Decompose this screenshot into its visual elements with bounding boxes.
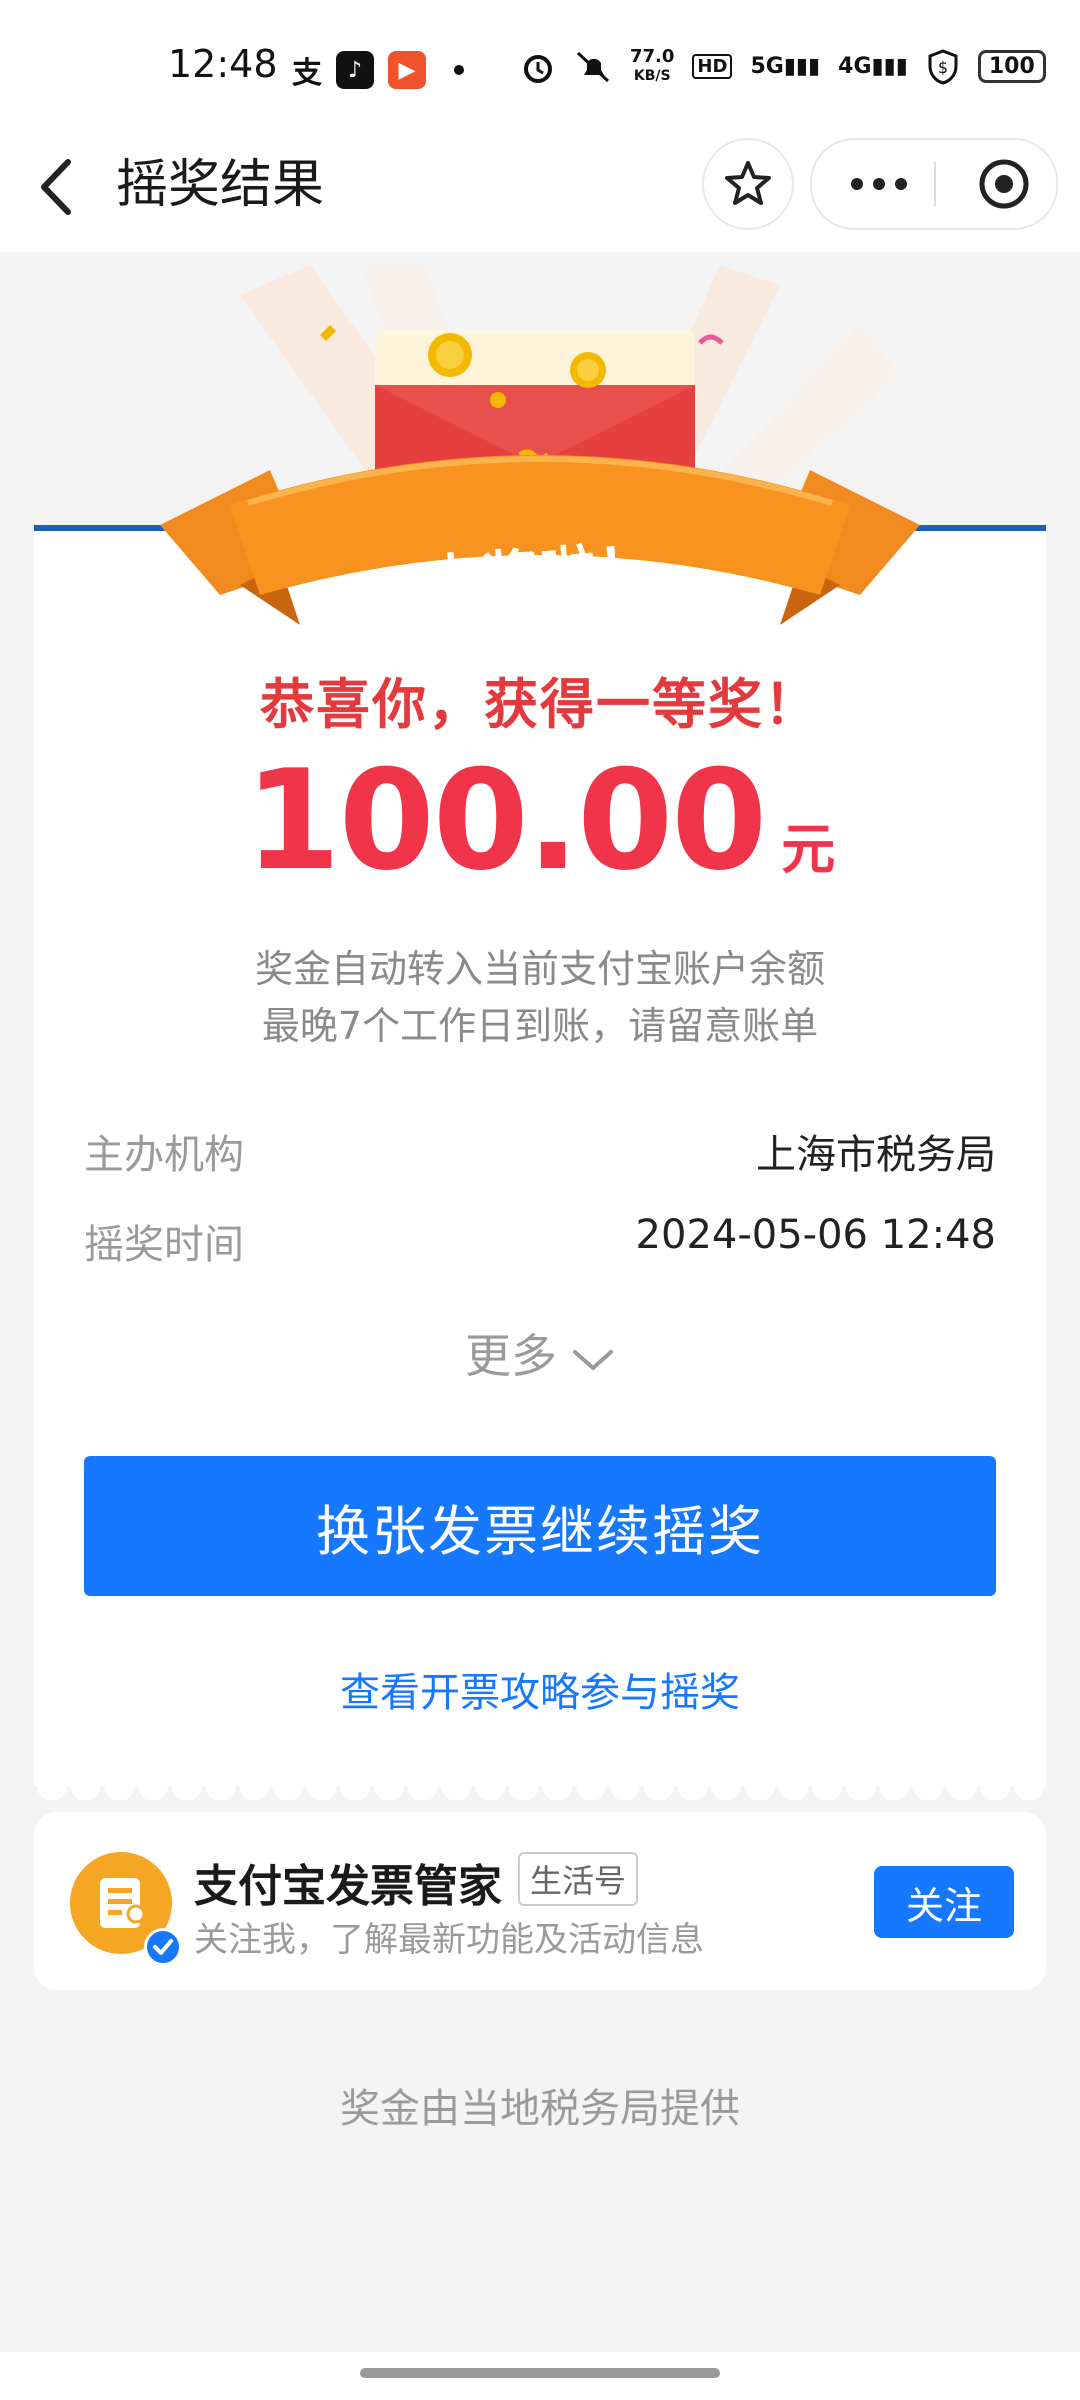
nav-bar: 摇奖结果: [0, 130, 1080, 252]
svg-text:$: $: [938, 58, 948, 77]
target-circle-icon: [979, 159, 1029, 209]
tiktok-icon: ♪: [336, 51, 374, 89]
organizer-label: 主办机构: [84, 1132, 244, 1178]
note-line-2: 最晚7个工作日到账，请留意账单: [261, 1004, 819, 1048]
more-toggle[interactable]: 更多: [0, 1320, 1080, 1386]
account-type-tag: 生活号: [518, 1852, 639, 1906]
capsule-divider: [934, 162, 936, 206]
chevron-down-icon: [573, 1349, 613, 1370]
amount-unit: 元: [781, 818, 836, 881]
top-bar: 12:48 支 ♪ ▶ 77.0 KB/S HD 5G▮▮▮ 4G▮▮▮ $ 10…: [0, 0, 1080, 252]
hd-icon: HD: [692, 54, 733, 79]
amount-value: 100.00: [244, 740, 768, 901]
card-scallop-edge: [34, 1772, 1046, 1800]
more-label: 更多: [465, 1329, 557, 1383]
notification-dot-icon: [454, 65, 464, 75]
signal-4g-icon: 4G▮▮▮: [838, 54, 908, 79]
shield-dollar-icon: $: [928, 48, 958, 85]
star-icon: [725, 161, 771, 205]
verified-badge-icon: [144, 1928, 182, 1966]
account-name: 支付宝发票管家: [194, 1861, 502, 1912]
more-button[interactable]: [812, 140, 946, 228]
signal-5g-icon: 5G▮▮▮: [750, 54, 821, 79]
home-indicator[interactable]: [360, 2368, 720, 2378]
congrats-text: 恭喜你，获得一等奖！: [260, 673, 820, 736]
mini-app-capsule: [810, 138, 1058, 230]
draw-again-button[interactable]: 换张发票继续摇奖: [84, 1456, 996, 1596]
net-speed: 77.0 KB/S: [630, 46, 675, 85]
battery-icon: 100: [977, 50, 1046, 83]
note-line-1: 奖金自动转入当前支付宝账户余额: [254, 947, 825, 991]
kuaishou-icon: ▶: [388, 51, 426, 89]
draw-time-value: 2024-05-06 12:48: [635, 1212, 996, 1258]
status-app-icons: 支 ♪ ▶: [292, 48, 464, 92]
status-bar: 12:48 支 ♪ ▶ 77.0 KB/S HD 5G▮▮▮ 4G▮▮▮ $ 10…: [0, 0, 1080, 130]
organizer-value: 上海市税务局: [756, 1132, 996, 1178]
follow-button[interactable]: 关注: [874, 1866, 1014, 1938]
close-mini-app-button[interactable]: [954, 140, 1054, 228]
mute-icon: [576, 51, 610, 82]
chevron-left-icon[interactable]: [34, 152, 84, 222]
account-description: 关注我，了解最新功能及活动信息: [194, 1920, 704, 1960]
prize-amount: 100.00 元: [0, 740, 1080, 901]
favorite-button[interactable]: [702, 138, 794, 230]
invoice-guide-link[interactable]: 查看开票攻略参与摇奖: [0, 1660, 1080, 1718]
alarm-icon: [524, 54, 552, 83]
page-title: 摇奖结果: [116, 155, 325, 215]
draw-time-label: 摇奖时间: [84, 1222, 244, 1268]
alipay-icon: 支: [292, 56, 322, 91]
follow-account-card: 支付宝发票管家 生活号 关注我，了解最新功能及活动信息 关注: [34, 1812, 1046, 1990]
status-system-icons: 77.0 KB/S HD 5G▮▮▮ 4G▮▮▮ $ 100: [520, 48, 1046, 85]
more-dots-icon: [851, 178, 907, 190]
status-time: 12:48: [168, 42, 278, 86]
footer-note: 奖金由当地税务局提供: [340, 2086, 740, 2132]
